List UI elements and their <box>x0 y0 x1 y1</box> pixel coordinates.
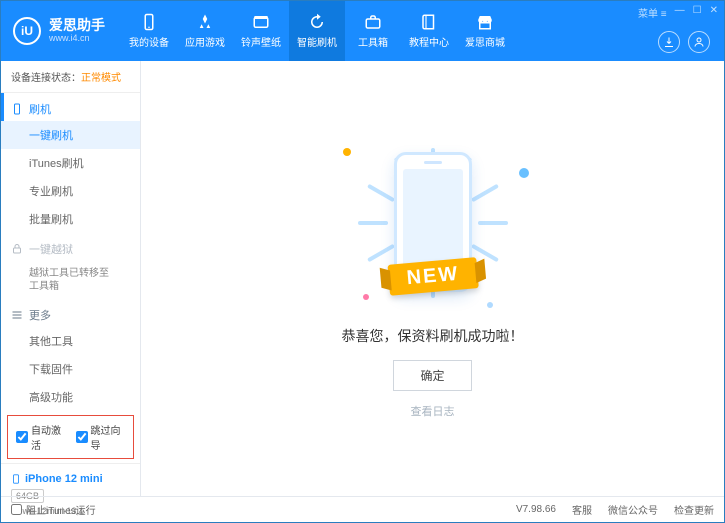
sidebar-section-flash[interactable]: 刷机 <box>1 93 140 121</box>
apps-icon <box>196 13 214 31</box>
customer-service-link[interactable]: 客服 <box>572 502 592 517</box>
sidebar-section-jailbreak[interactable]: 一键越狱 <box>1 233 140 261</box>
footer: 阻止iTunes运行 V7.98.66 客服 微信公众号 检查更新 <box>1 496 724 522</box>
tab-label: 智能刷机 <box>297 34 337 49</box>
sidebar-item-other-tools[interactable]: 其他工具 <box>1 327 140 355</box>
more-icon <box>11 309 23 321</box>
sidebar-jailbreak-note: 越狱工具已转移至 工具箱 <box>1 261 140 299</box>
tab-label: 铃声壁纸 <box>241 34 281 49</box>
sidebar-item-batch-flash[interactable]: 批量刷机 <box>1 205 140 233</box>
success-message: 恭喜您，保资料刷机成功啦！ <box>342 326 524 346</box>
user-icon <box>693 36 705 48</box>
store-icon <box>476 13 494 31</box>
sidebar-item-itunes-flash[interactable]: iTunes刷机 <box>1 149 140 177</box>
lock-icon <box>11 243 23 255</box>
phone-icon <box>11 472 21 486</box>
minimize-icon[interactable]: — <box>675 5 685 20</box>
auto-activate-checkbox[interactable]: 自动激活 <box>16 422 66 452</box>
maximize-icon[interactable]: ☐ <box>693 5 702 20</box>
download-icon <box>663 36 675 48</box>
sidebar-item-pro-flash[interactable]: 专业刷机 <box>1 177 140 205</box>
refresh-icon <box>308 13 326 31</box>
sidebar: 设备连接状态：正常模式 刷机 一键刷机 iTunes刷机 专业刷机 批量刷机 一… <box>1 61 141 496</box>
menu-icon[interactable]: 菜单 ≡ <box>638 5 667 20</box>
header: iU 爱思助手 www.i4.cn 我的设备 应用游戏 铃声壁纸 智能刷机 <box>1 1 724 61</box>
check-label: 跳过向导 <box>91 422 126 452</box>
sidebar-item-advanced[interactable]: 高级功能 <box>1 383 140 411</box>
block-itunes-checkbox[interactable]: 阻止iTunes运行 <box>11 502 96 517</box>
success-illustration: NEW <box>333 138 533 308</box>
download-button[interactable] <box>658 31 680 53</box>
sidebar-section-more[interactable]: 更多 <box>1 299 140 327</box>
briefcase-icon <box>364 13 382 31</box>
logo-icon: iU <box>13 17 41 45</box>
wallet-icon <box>252 13 270 31</box>
check-update-link[interactable]: 检查更新 <box>674 502 714 517</box>
view-log-link[interactable]: 查看日志 <box>411 403 455 419</box>
main-tabs: 我的设备 应用游戏 铃声壁纸 智能刷机 工具箱 教程中心 <box>121 1 513 61</box>
header-right-buttons <box>658 31 710 53</box>
tab-label: 工具箱 <box>358 34 388 49</box>
sidebar-checks: 自动激活 跳过向导 <box>7 415 134 459</box>
connection-status: 设备连接状态：正常模式 <box>1 61 140 93</box>
tab-store[interactable]: 爱思商城 <box>457 1 513 61</box>
tab-label: 爱思商城 <box>465 34 505 49</box>
version-label: V7.98.66 <box>516 504 556 515</box>
tab-toolbox[interactable]: 工具箱 <box>345 1 401 61</box>
tab-flash[interactable]: 智能刷机 <box>289 1 345 61</box>
phone-icon <box>140 13 158 31</box>
block-label: 阻止iTunes运行 <box>26 502 96 517</box>
tab-label: 应用游戏 <box>185 34 225 49</box>
check-label: 自动激活 <box>31 422 66 452</box>
book-icon <box>420 13 438 31</box>
main-content: NEW 恭喜您，保资料刷机成功啦！ 确定 查看日志 <box>141 61 724 496</box>
section-label: 更多 <box>29 307 51 323</box>
app-url: www.i4.cn <box>49 34 105 44</box>
section-label: 刷机 <box>29 101 51 117</box>
tab-my-device[interactable]: 我的设备 <box>121 1 177 61</box>
tab-label: 我的设备 <box>129 34 169 49</box>
window-controls: 菜单 ≡ — ☐ ✕ <box>638 5 718 20</box>
user-button[interactable] <box>688 31 710 53</box>
app-name: 爱思助手 <box>49 18 105 33</box>
app-window: iU 爱思助手 www.i4.cn 我的设备 应用游戏 铃声壁纸 智能刷机 <box>0 0 725 523</box>
tab-tutorials[interactable]: 教程中心 <box>401 1 457 61</box>
conn-mode: 正常模式 <box>81 73 121 84</box>
phone-icon <box>11 103 23 115</box>
sidebar-item-download-firmware[interactable]: 下载固件 <box>1 355 140 383</box>
sidebar-item-onekey-flash[interactable]: 一键刷机 <box>1 121 140 149</box>
logo: iU 爱思助手 www.i4.cn <box>1 17 117 45</box>
tab-ringtones[interactable]: 铃声壁纸 <box>233 1 289 61</box>
tab-apps[interactable]: 应用游戏 <box>177 1 233 61</box>
skip-wizard-checkbox[interactable]: 跳过向导 <box>76 422 126 452</box>
conn-label: 设备连接状态： <box>11 73 81 84</box>
tab-label: 教程中心 <box>409 34 449 49</box>
body: 设备连接状态：正常模式 刷机 一键刷机 iTunes刷机 专业刷机 批量刷机 一… <box>1 61 724 496</box>
wechat-link[interactable]: 微信公众号 <box>608 502 658 517</box>
device-name: iPhone 12 mini <box>11 472 130 486</box>
close-icon[interactable]: ✕ <box>710 5 718 20</box>
ok-button[interactable]: 确定 <box>393 360 471 391</box>
section-label: 一键越狱 <box>29 241 73 257</box>
